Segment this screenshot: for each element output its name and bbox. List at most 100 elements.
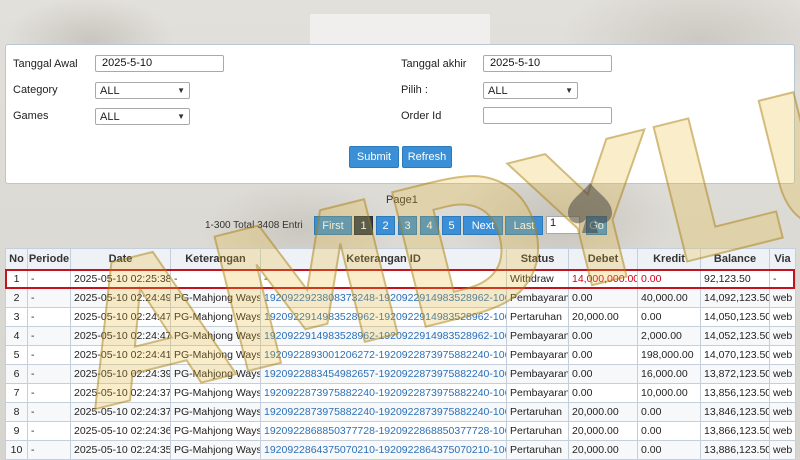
table-cell[interactable]: 1920922873975882240-1920922873975882240-… — [260, 402, 507, 422]
table-cell[interactable]: 1920922893001206272-1920922873975882240-… — [260, 345, 507, 365]
table-cell: Withdraw — [506, 269, 569, 289]
table-cell[interactable]: 1920922914983528962-1920922914983528962-… — [260, 307, 507, 327]
category-select[interactable]: ALL ▼ — [95, 82, 190, 99]
table-row: 2-2025-05-10 02:24:49 PG-Mahjong Ways 1920… — [5, 288, 796, 308]
table-cell: - — [27, 402, 71, 422]
table-cell[interactable]: 1920922923808373248-1920922914983528962-… — [260, 288, 507, 308]
table-cell: PG-Mahjong Ways — [170, 440, 261, 460]
table-row: 5-2025-05-10 02:24:41 PG-Mahjong Ways 1920… — [5, 345, 796, 365]
pagination: 1-300 Total 3408 Entri First 1 2 3 4 5 N… — [0, 215, 800, 237]
page-button-5[interactable]: 5 — [442, 216, 461, 235]
column-header: Keterangan ID — [260, 248, 507, 270]
table-cell[interactable]: 1920922868850377728-1920922868850377728-… — [260, 421, 507, 441]
table-cell: 0.00 — [568, 345, 638, 365]
table-cell: PG-Mahjong Ways — [170, 288, 261, 308]
table-cell: 1 — [5, 269, 28, 289]
table-cell: 10,000.00 — [637, 383, 701, 403]
table-cell: - — [27, 383, 71, 403]
first-page-button[interactable]: First — [314, 216, 352, 235]
table-cell: 0.00 — [568, 326, 638, 346]
table-cell: 2025-05-10 02:24:47 — [70, 307, 171, 327]
table-cell: 20,000.00 — [568, 421, 638, 441]
column-header: Status — [506, 248, 569, 270]
table-cell: 2025-05-10 02:25:38 — [70, 269, 171, 289]
table-cell: - — [27, 345, 71, 365]
column-header: Kredit — [637, 248, 701, 270]
table-row: 8-2025-05-10 02:24:37 PG-Mahjong Ways 1920… — [5, 402, 796, 422]
table-cell: PG-Mahjong Ways — [170, 402, 261, 422]
submit-button[interactable]: Submit — [349, 146, 399, 168]
table-cell: 20,000.00 — [568, 402, 638, 422]
header-strip — [310, 14, 490, 46]
tanggal-akhir-label: Tanggal akhir — [401, 58, 467, 70]
table-cell: web — [769, 402, 796, 422]
column-header: Via — [769, 248, 796, 270]
chevron-down-icon: ▼ — [565, 86, 573, 95]
tanggal-akhir-input[interactable]: 2025-5-10 — [483, 55, 612, 72]
table-cell: 2,000.00 — [637, 326, 701, 346]
table-cell: 6 — [5, 364, 28, 384]
chevron-down-icon: ▼ — [177, 86, 185, 95]
next-page-button[interactable]: Next — [463, 216, 503, 235]
table-cell: Pembayaran — [506, 345, 569, 365]
table-cell: 20,000.00 — [568, 440, 638, 460]
refresh-button[interactable]: Refresh — [402, 146, 452, 168]
games-select-value: ALL — [100, 110, 120, 123]
table-cell: 0.00 — [637, 307, 701, 327]
last-page-button[interactable]: Last — [505, 216, 543, 235]
table-cell: - — [27, 421, 71, 441]
table-cell: 0.00 — [637, 421, 701, 441]
tanggal-awal-input[interactable]: 2025-5-10 — [95, 55, 224, 72]
table-cell: 2025-05-10 02:24:36 — [70, 421, 171, 441]
table-cell: 2025-05-10 02:24:47 — [70, 326, 171, 346]
table-cell: 5 — [5, 345, 28, 365]
table-cell: 13,856,123.50 — [700, 383, 770, 403]
table-cell: Pertaruhan — [506, 421, 569, 441]
go-button[interactable]: Go — [586, 216, 607, 235]
table-cell: web — [769, 364, 796, 384]
games-label: Games — [13, 110, 49, 122]
order-id-input[interactable] — [483, 107, 612, 124]
total-entries-text: 1-300 Total 3408 Entri — [205, 220, 303, 231]
table-cell: 16,000.00 — [637, 364, 701, 384]
category-label: Category — [13, 84, 58, 96]
table-cell: PG-Mahjong Ways — [170, 345, 261, 365]
chevron-down-icon: ▼ — [177, 112, 185, 121]
table-cell[interactable]: 1920922914983528962-1920922914983528962-… — [260, 326, 507, 346]
table-row: 10-2025-05-10 02:24:35 PG-Mahjong Ways 192… — [5, 440, 796, 460]
table-cell: 0.00 — [637, 269, 701, 289]
page-button-2[interactable]: 2 — [376, 216, 395, 235]
page-button-1[interactable]: 1 — [354, 216, 373, 235]
page-button-4[interactable]: 4 — [420, 216, 439, 235]
table-cell: 10 — [5, 440, 28, 460]
games-select[interactable]: ALL ▼ — [95, 108, 190, 125]
category-select-value: ALL — [100, 84, 120, 97]
table-cell: Pertaruhan — [506, 307, 569, 327]
table-cell: 8 — [5, 402, 28, 422]
table-cell: PG-Mahjong Ways — [170, 326, 261, 346]
table-cell: 3 — [5, 307, 28, 327]
table-cell: 2 — [5, 288, 28, 308]
pilih-select[interactable]: ALL ▼ — [483, 82, 578, 99]
table-cell: Pertaruhan — [506, 440, 569, 460]
table-cell: 14,050,123.50 — [700, 307, 770, 327]
table-cell: - — [27, 364, 71, 384]
table-cell: 2025-05-10 02:24:41 — [70, 345, 171, 365]
table-row: 3-2025-05-10 02:24:47 PG-Mahjong Ways 1920… — [5, 307, 796, 327]
table-cell: - — [27, 288, 71, 308]
table-cell[interactable]: 1920922873975882240-1920922873975882240-… — [260, 383, 507, 403]
tanggal-awal-label: Tanggal Awal — [13, 58, 78, 70]
table-header-row: No Periode Date Keterangan Keterangan ID… — [5, 248, 796, 270]
page-button-3[interactable]: 3 — [398, 216, 417, 235]
table-row: 9-2025-05-10 02:24:36 PG-Mahjong Ways 1920… — [5, 421, 796, 441]
table-cell: PG-Mahjong Ways — [170, 421, 261, 441]
column-header: No — [5, 248, 28, 270]
table-cell: Pembayaran — [506, 383, 569, 403]
table-cell[interactable]: 1920922883454982657-1920922873975882240-… — [260, 364, 507, 384]
table-cell: 13,872,123.50 — [700, 364, 770, 384]
pilih-select-value: ALL — [488, 84, 508, 97]
page-number-input[interactable]: 1 — [546, 216, 580, 234]
table-cell: 13,866,123.50 — [700, 421, 770, 441]
table-cell: - — [27, 440, 71, 460]
table-cell[interactable]: 1920922864375070210-1920922864375070210-… — [260, 440, 507, 460]
